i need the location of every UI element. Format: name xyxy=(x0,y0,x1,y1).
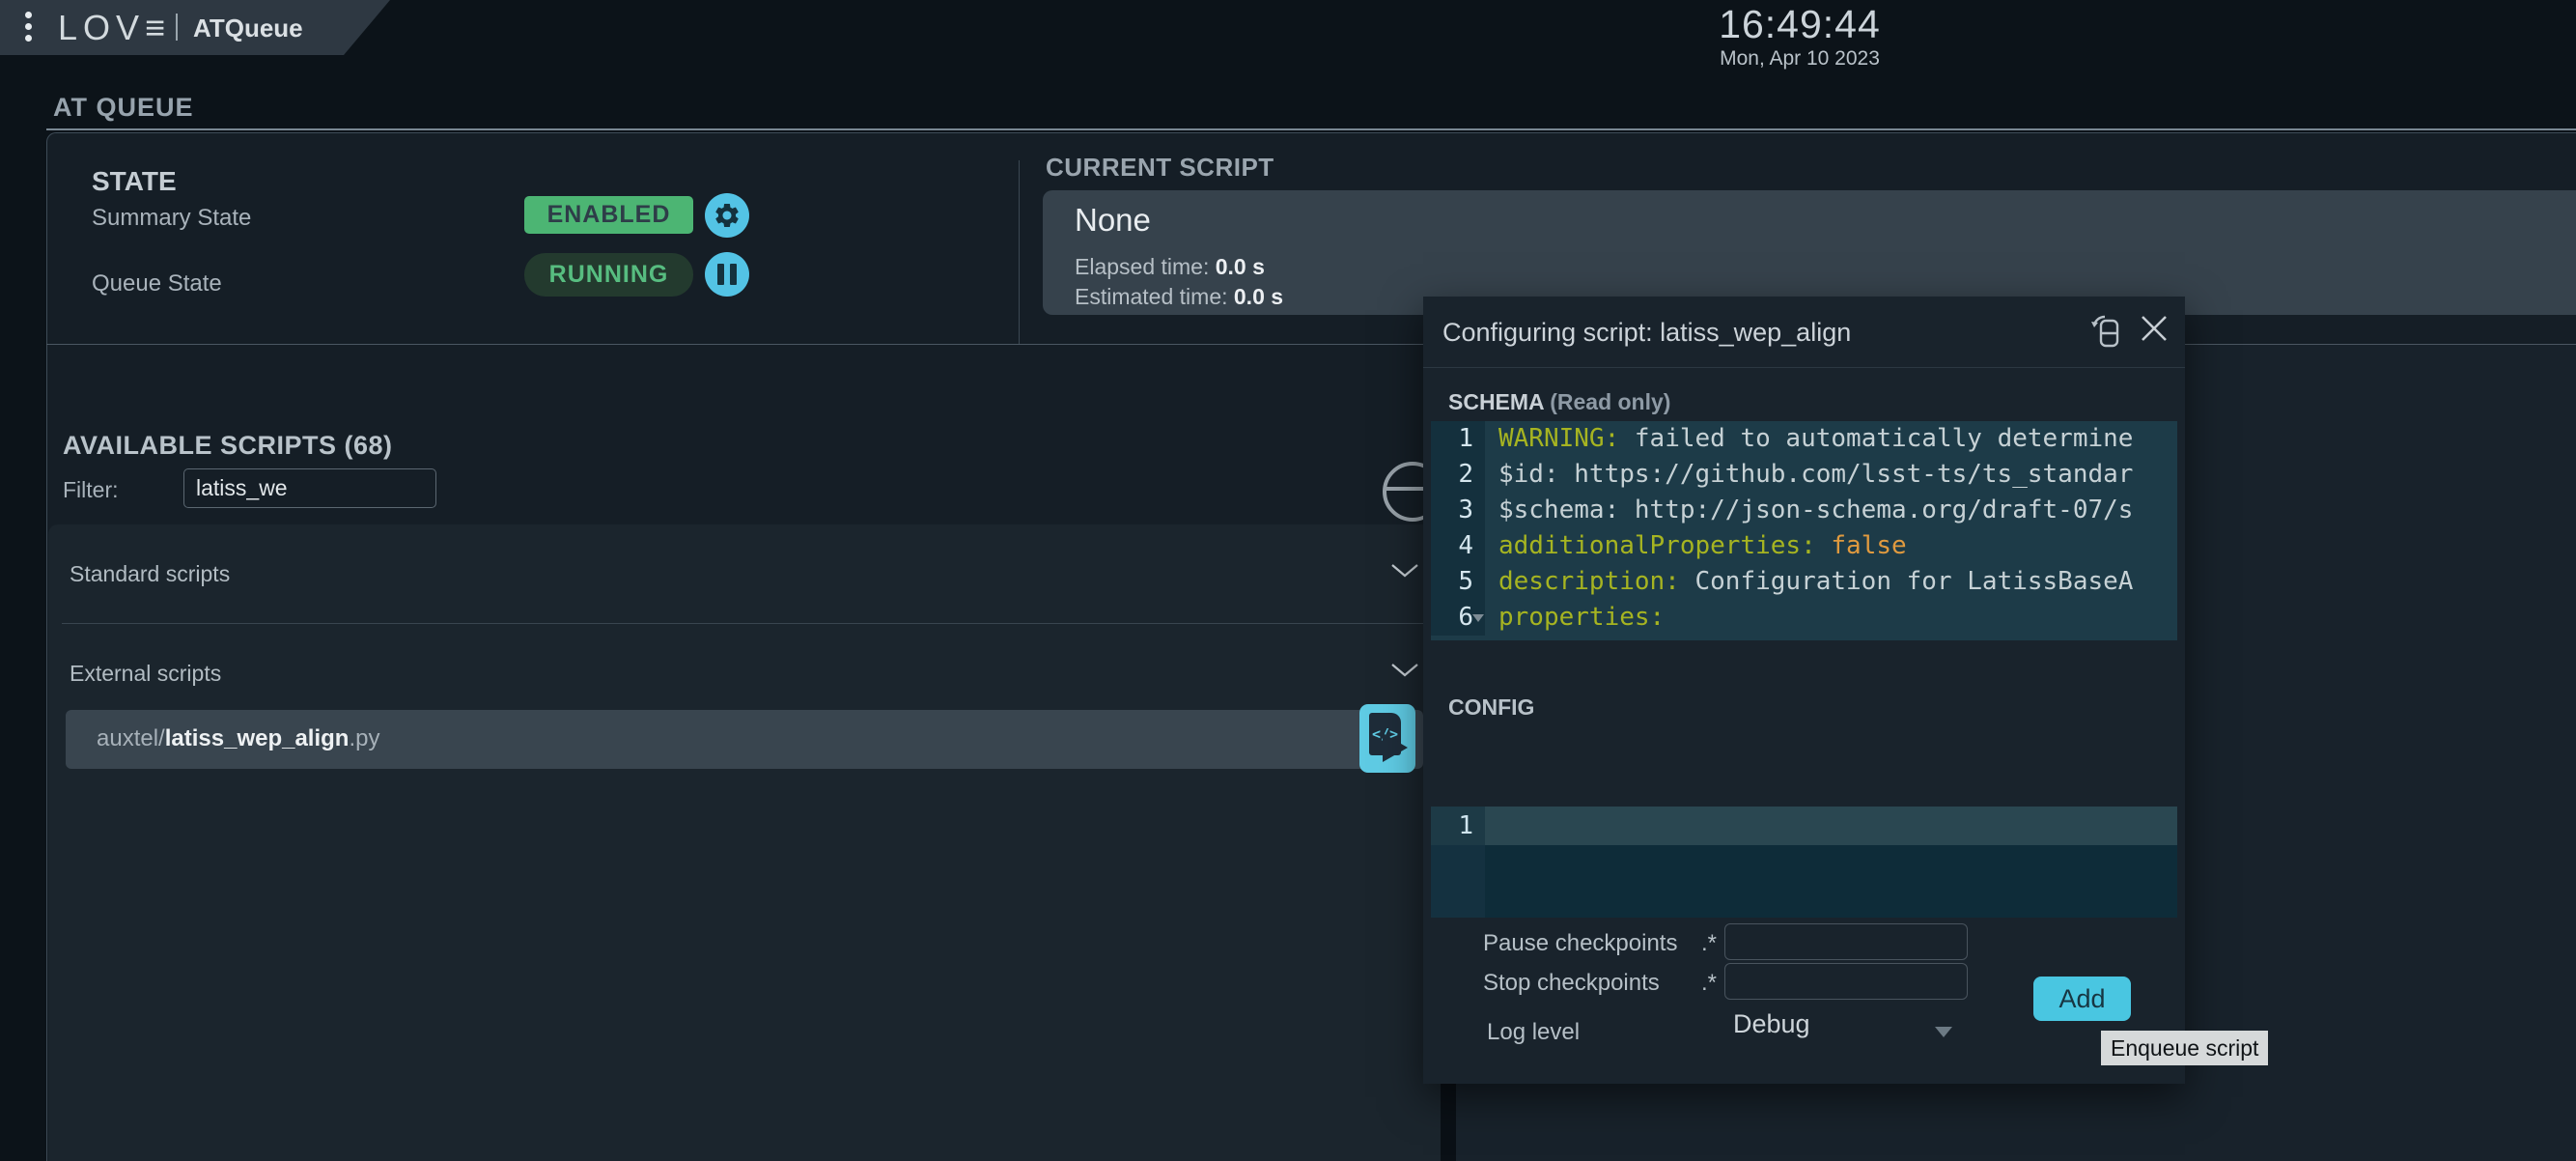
config-code-editor[interactable]: 1 xyxy=(1431,807,2177,918)
schema-line: 4additionalProperties: false xyxy=(1431,528,2177,564)
line-number: 1 xyxy=(1431,421,1485,457)
schema-heading: SCHEMA (Read only) xyxy=(1448,389,1670,415)
current-script-name: None xyxy=(1075,202,1151,239)
elapsed-time: Elapsed time: 0.0 s xyxy=(1075,254,1265,280)
external-scripts-label: External scripts xyxy=(70,661,221,687)
summary-state-settings-button[interactable] xyxy=(705,193,749,238)
stop-checkpoints-pattern: .* xyxy=(1701,970,1717,997)
atqueue-underline xyxy=(46,128,2576,130)
logo-e-icon: ≡ xyxy=(145,8,165,47)
summary-state-label: Summary State xyxy=(92,205,251,232)
schema-line: 3$schema: http://json-schema.org/draft-0… xyxy=(1431,493,2177,528)
modal-header-divider xyxy=(1423,367,2185,368)
add-button[interactable]: Add xyxy=(2033,977,2131,1021)
config-line[interactable]: 1 xyxy=(1431,807,2177,845)
queue-pause-button[interactable] xyxy=(705,252,749,297)
stop-checkpoints-label: Stop checkpoints xyxy=(1483,970,1660,997)
atqueue-heading: AT QUEUE xyxy=(53,93,194,123)
logo-separator xyxy=(176,14,178,41)
chevron-down-icon[interactable] xyxy=(1390,563,1419,579)
gear-icon xyxy=(713,201,742,230)
line-number: 6 xyxy=(1431,600,1485,636)
pause-checkpoints-row: Pause checkpoints .* xyxy=(1483,930,1717,957)
script-list-item[interactable]: auxtel/latiss_wep_align.py </> xyxy=(66,710,1423,769)
line-number: 3 xyxy=(1431,493,1485,528)
clock: 16:49:44 Mon, Apr 10 2023 xyxy=(1684,2,1916,71)
enqueue-script-tooltip: Enqueue script xyxy=(2101,1031,2268,1065)
queue-state-badge: RUNNING xyxy=(524,253,693,297)
schema-code-editor: 1WARNING: failed to automatically determ… xyxy=(1431,421,2177,640)
rotate-layout-icon[interactable] xyxy=(2089,311,2124,350)
line-number: 5 xyxy=(1431,564,1485,600)
standard-scripts-row[interactable]: Standard scripts xyxy=(48,524,1441,621)
pause-icon xyxy=(717,264,737,285)
configure-script-modal: Configuring script: latiss_wep_align SCH… xyxy=(1423,297,2185,1084)
top-bar: LOV≡ ATQueue xyxy=(0,0,406,55)
stop-checkpoints-input[interactable] xyxy=(1724,963,1968,1000)
schema-line: 5description: Configuration for LatissBa… xyxy=(1431,564,2177,600)
pause-checkpoints-input[interactable] xyxy=(1724,923,1968,960)
schema-line: 1WARNING: failed to automatically determ… xyxy=(1431,421,2177,457)
fold-marker-icon[interactable] xyxy=(1472,614,1484,622)
schema-line: 2$id: https://github.com/lsst-ts/ts_stan… xyxy=(1431,457,2177,493)
filter-input[interactable] xyxy=(183,468,436,508)
atqueue-screen: LOV≡ ATQueue 16:49:44 Mon, Apr 10 2023 A… xyxy=(0,0,2576,1161)
available-scripts-heading: AVAILABLE SCRIPTS (68) xyxy=(63,431,393,461)
close-icon[interactable] xyxy=(2138,312,2170,345)
clock-date: Mon, Apr 10 2023 xyxy=(1684,47,1916,71)
state-section-divider xyxy=(46,344,2576,345)
chevron-down-icon[interactable] xyxy=(1390,663,1419,678)
external-scripts-row[interactable]: External scripts xyxy=(48,624,1441,721)
pause-checkpoints-label: Pause checkpoints xyxy=(1483,930,1677,957)
clock-time: 16:49:44 xyxy=(1684,2,1916,47)
stop-checkpoints-row: Stop checkpoints .* xyxy=(1483,970,1717,997)
state-heading: STATE xyxy=(92,166,177,197)
menu-dots-icon[interactable] xyxy=(25,12,33,46)
line-number: 1 xyxy=(1431,807,1485,845)
play-icon xyxy=(1383,733,1408,762)
log-level-select[interactable]: Debug xyxy=(1733,1009,1810,1039)
page-title: ATQueue xyxy=(193,14,303,43)
schema-line: 6properties: xyxy=(1431,600,2177,636)
script-path: auxtel/latiss_wep_align.py xyxy=(97,725,379,752)
pause-checkpoints-pattern: .* xyxy=(1701,930,1717,957)
config-heading: CONFIG xyxy=(1448,694,1534,721)
queue-state-label: Queue State xyxy=(92,270,222,297)
scripts-accordion: Standard scripts External scripts auxtel… xyxy=(48,524,1441,1161)
filter-label: Filter: xyxy=(63,477,119,503)
standard-scripts-label: Standard scripts xyxy=(70,561,230,587)
state-current-divider xyxy=(1019,160,1020,344)
estimated-time: Estimated time: 0.0 s xyxy=(1075,284,1283,310)
log-level-label: Log level xyxy=(1487,1019,1580,1046)
summary-state-badge: ENABLED xyxy=(524,196,693,234)
current-script-heading: CURRENT SCRIPT xyxy=(1046,153,1274,183)
line-number: 2 xyxy=(1431,457,1485,493)
modal-title: Configuring script: latiss_wep_align xyxy=(1442,318,1851,348)
line-number: 4 xyxy=(1431,528,1485,564)
launch-script-button[interactable]: </> xyxy=(1359,704,1415,773)
dropdown-caret-icon[interactable] xyxy=(1935,1027,1952,1037)
love-logo: LOV≡ xyxy=(58,8,165,48)
